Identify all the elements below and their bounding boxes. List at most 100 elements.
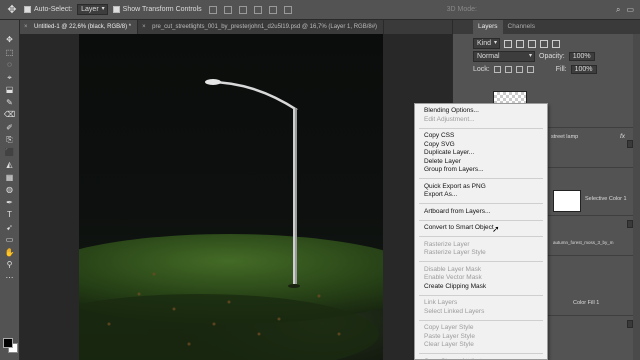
menu-item-clear-layer-style: Clear Layer Style bbox=[424, 341, 474, 348]
auto-select-target-dropdown[interactable]: Layer bbox=[77, 4, 108, 15]
type-tool-icon[interactable]: T bbox=[3, 210, 17, 221]
auto-select-checkbox[interactable] bbox=[24, 6, 31, 13]
tools-panel: ✥ ⬚ ◌ ⌖ ⬓ ✎ ⌫ ✐ ⎘ ⬛ ◭ ▦ ◍ ✒ T ➹ ▭ ✋ ⚲ ⋯ bbox=[0, 20, 20, 360]
lock-pixels-icon[interactable] bbox=[493, 66, 501, 73]
align-center-icon[interactable] bbox=[268, 5, 277, 14]
mouse-cursor-icon: ➚ bbox=[492, 224, 500, 234]
eyedropper-tool-icon[interactable]: ✎ bbox=[3, 98, 17, 109]
shape-tool-icon[interactable]: ▭ bbox=[3, 235, 17, 246]
align-right-icon[interactable] bbox=[283, 5, 292, 14]
healing-brush-tool-icon[interactable]: ⌫ bbox=[3, 110, 17, 121]
kind-filter-dropdown[interactable]: Kind bbox=[473, 38, 501, 49]
transform-controls-checkbox[interactable] bbox=[112, 6, 120, 13]
blur-tool-icon[interactable]: ◍ bbox=[3, 185, 17, 196]
shape-filter-icon[interactable] bbox=[540, 39, 549, 48]
more-tools-icon[interactable]: ⋯ bbox=[3, 273, 17, 284]
menu-separator bbox=[419, 219, 543, 221]
document-canvas[interactable] bbox=[79, 34, 383, 360]
workspace-controls: ⌕ ▭ bbox=[616, 5, 634, 15]
layer-effects-icon[interactable]: fx bbox=[620, 133, 625, 140]
canvas-area[interactable] bbox=[20, 34, 452, 360]
color-swatches[interactable] bbox=[3, 338, 18, 353]
lock-all-icon[interactable] bbox=[526, 66, 534, 73]
align-middle-icon[interactable] bbox=[223, 5, 232, 14]
align-left-icon[interactable] bbox=[253, 5, 262, 14]
menu-item-rasterize-layer-style: Rasterize Layer Style bbox=[424, 249, 486, 256]
crop-tool-icon[interactable]: ⬓ bbox=[3, 85, 17, 96]
menu-item-convert-to-smart-object[interactable]: Convert to Smart Object bbox=[415, 224, 547, 233]
hand-tool-icon[interactable]: ✋ bbox=[3, 248, 17, 259]
search-icon[interactable]: ⌕ bbox=[616, 5, 620, 15]
gradient-tool-icon[interactable]: ▦ bbox=[3, 173, 17, 184]
menu-item-paste-layer-style: Paste Layer Style bbox=[424, 332, 475, 340]
menu-item-group-from-layers[interactable]: Group from Layers... bbox=[415, 166, 547, 175]
menu-item-edit-adjustment: Edit Adjustment... bbox=[424, 115, 475, 123]
path-select-tool-icon[interactable]: ➹ bbox=[3, 223, 17, 234]
layer-name: autumn_forest_moss_3_by_m bbox=[553, 240, 614, 245]
document-tab-untitled[interactable]: × Untitled-1 @ 22,6% (black, RGB/8) * bbox=[20, 20, 139, 34]
menu-item-copy-layer-style: Copy Layer Style bbox=[424, 324, 474, 331]
pixel-filter-icon[interactable] bbox=[504, 39, 513, 48]
layer-name: Color Fill 1 bbox=[573, 300, 600, 306]
menu-item-copy-css[interactable]: Copy CSS bbox=[415, 132, 547, 141]
clone-stamp-tool-icon[interactable]: ⎘ bbox=[3, 135, 17, 146]
menu-item-select-linked-layers: Select Linked Layers bbox=[424, 307, 485, 315]
lock-row: Lock: Fill: 100% bbox=[453, 63, 640, 76]
blend-row: Normal Opacity: 100% bbox=[453, 50, 640, 63]
blend-mode-dropdown[interactable]: Normal bbox=[473, 51, 535, 62]
align-top-icon[interactable] bbox=[208, 5, 217, 14]
smart-object-filter-icon[interactable] bbox=[552, 39, 561, 48]
menu-separator bbox=[419, 178, 543, 179]
fill-value[interactable]: 100% bbox=[570, 65, 597, 74]
photoshop-window: ✥ Auto-Select: Layer Show Transform Cont… bbox=[0, 0, 640, 360]
tab-layers[interactable]: Layers bbox=[473, 20, 503, 34]
menu-item-artboard-from-layers[interactable]: Artboard from Layers... bbox=[415, 208, 547, 217]
menu-item-duplicate-layer[interactable]: Duplicate Layer... bbox=[415, 149, 547, 158]
zoom-tool-icon[interactable]: ⚲ bbox=[3, 260, 17, 271]
panel-scrollbar[interactable] bbox=[633, 34, 640, 360]
menu-item-delete-layer[interactable]: Delete Layer bbox=[415, 158, 547, 167]
lock-paint-icon[interactable] bbox=[504, 66, 512, 73]
history-brush-tool-icon[interactable]: ⬛ bbox=[3, 148, 17, 159]
quick-select-tool-icon[interactable]: ⌖ bbox=[3, 73, 17, 84]
lock-label: Lock: bbox=[473, 66, 490, 73]
marquee-tool-icon[interactable]: ⬚ bbox=[3, 48, 17, 59]
document-tab-bar: × Untitled-1 @ 22,6% (black, RGB/8) * × … bbox=[20, 20, 452, 34]
lock-position-icon[interactable] bbox=[515, 66, 523, 73]
move-tool-icon[interactable]: ✥ bbox=[3, 35, 17, 46]
tab-channels[interactable]: Channels bbox=[503, 20, 540, 34]
menu-item-quick-export-as-png[interactable]: Quick Export as PNG bbox=[415, 183, 547, 192]
layer-mask-thumbnail bbox=[553, 190, 581, 212]
pen-tool-icon[interactable]: ✒ bbox=[3, 198, 17, 209]
align-bottom-icon[interactable] bbox=[238, 5, 247, 14]
brush-tool-icon[interactable]: ✐ bbox=[3, 123, 17, 134]
menu-item-export-as[interactable]: Export As... bbox=[415, 191, 547, 200]
panel-tab-bar: Layers Channels bbox=[453, 20, 640, 34]
auto-select-label: Auto-Select: bbox=[34, 6, 73, 13]
close-icon[interactable]: × bbox=[24, 20, 28, 34]
workspace-icon[interactable]: ▭ bbox=[626, 5, 634, 15]
close-icon[interactable]: × bbox=[142, 20, 146, 34]
document-tab-label: pre_cut_streetlights_001_by_presterjohn1… bbox=[152, 24, 378, 30]
type-filter-icon[interactable] bbox=[528, 39, 537, 48]
auto-select-group[interactable]: Auto-Select: bbox=[24, 6, 72, 13]
document-tab-label: Untitled-1 @ 22,6% (black, RGB/8) * bbox=[34, 24, 132, 30]
menu-separator bbox=[419, 294, 543, 296]
foreground-color-swatch[interactable] bbox=[3, 338, 13, 348]
transform-controls-group[interactable]: Show Transform Controls bbox=[112, 6, 202, 13]
menu-item-blending-options[interactable]: Blending Options... bbox=[415, 107, 547, 116]
transform-controls-label: Show Transform Controls bbox=[122, 6, 202, 13]
menu-separator bbox=[419, 127, 543, 129]
move-tool-icon[interactable]: ✥ bbox=[5, 3, 19, 17]
document-tab-streetlights[interactable]: × pre_cut_streetlights_001_by_presterjoh… bbox=[138, 20, 385, 34]
adjustment-filter-icon[interactable] bbox=[516, 39, 525, 48]
menu-item-create-clipping-mask[interactable]: Create Clipping Mask bbox=[415, 283, 547, 292]
opacity-label: Opacity: bbox=[539, 53, 565, 60]
opacity-value[interactable]: 100% bbox=[568, 52, 595, 61]
menu-item-copy-svg[interactable]: Copy SVG bbox=[415, 141, 547, 150]
eraser-tool-icon[interactable]: ◭ bbox=[3, 160, 17, 171]
menu-item-rasterize-layer: Rasterize Layer bbox=[424, 240, 470, 248]
layer-filter-row: Kind bbox=[453, 37, 640, 50]
lasso-tool-icon[interactable]: ◌ bbox=[3, 60, 17, 71]
menu-item-link-layers: Link Layers bbox=[424, 299, 458, 306]
